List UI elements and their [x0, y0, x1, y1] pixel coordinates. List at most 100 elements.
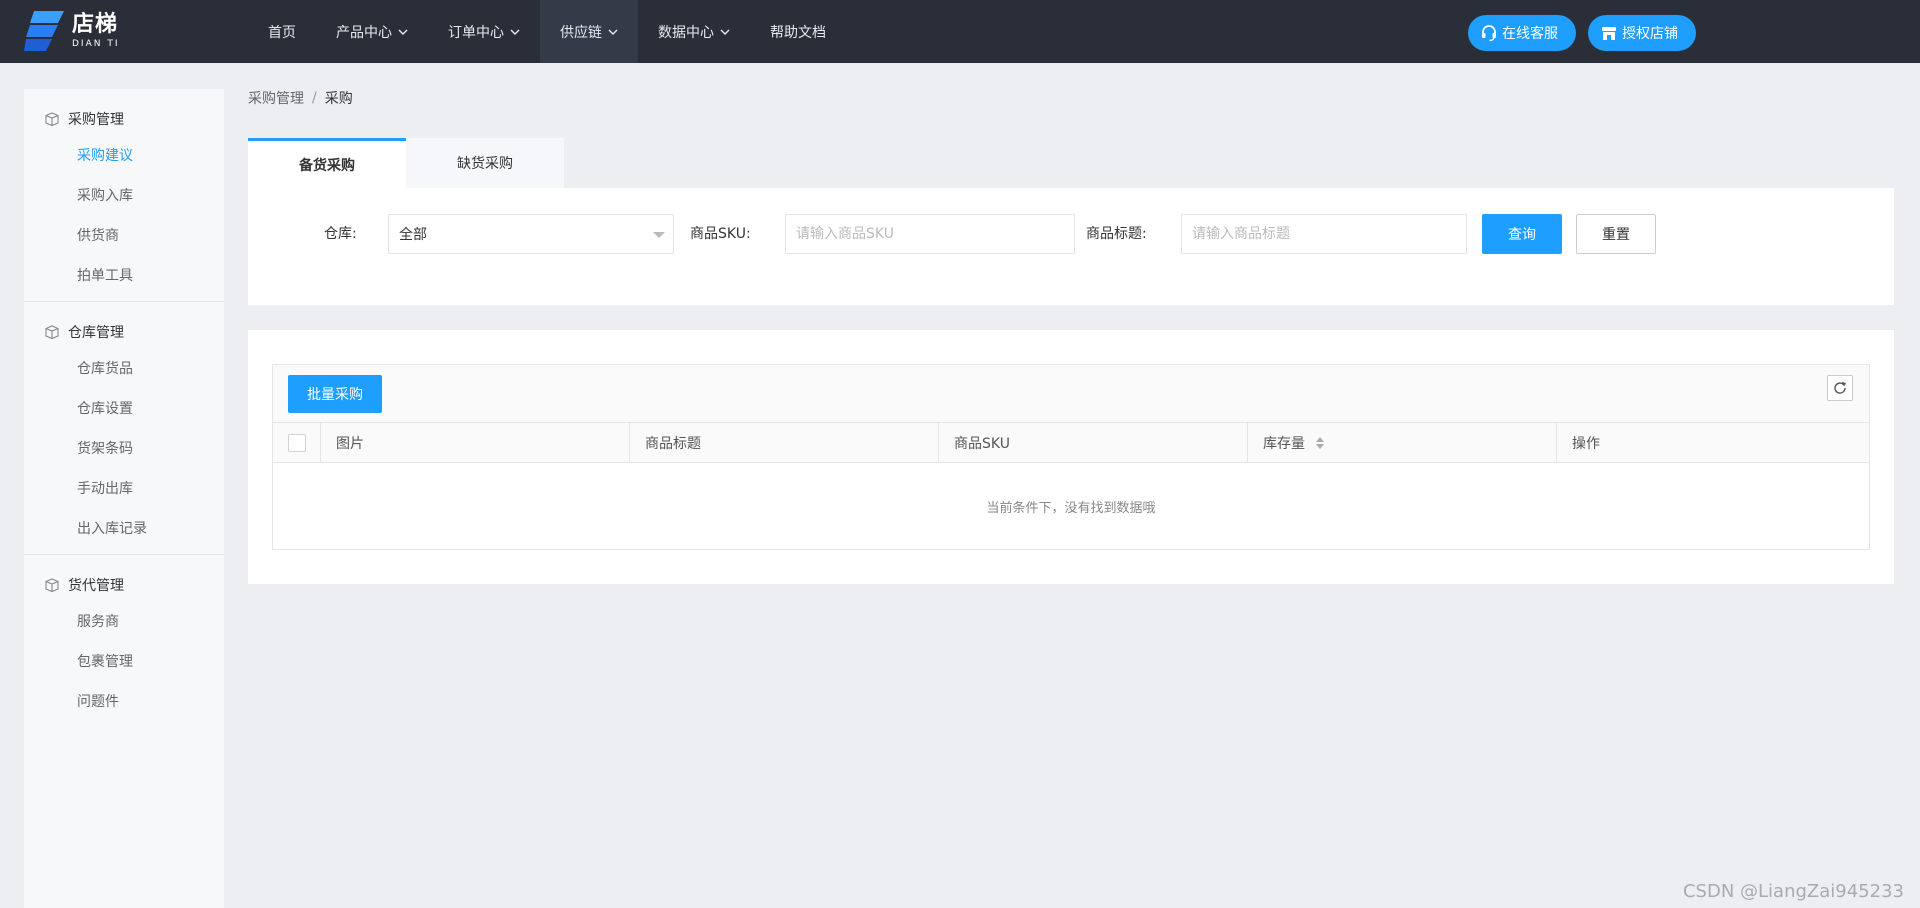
reset-button[interactable]: 重置 — [1576, 214, 1656, 254]
empty-state-text: 当前条件下，没有找到数据哦 — [986, 500, 1156, 516]
breadcrumb-parent[interactable]: 采购管理 — [248, 88, 304, 108]
title-label: 商品标题: — [1086, 226, 1147, 242]
sidebar-item-label: 包裹管理 — [77, 654, 133, 670]
sidebar-item-warehouse-settings[interactable]: 仓库设置 — [24, 388, 224, 428]
sidebar-group-forwarding: 货代管理 服务商 包裹管理 问题件 — [24, 555, 224, 727]
logo-subtitle: DIAN TI — [72, 38, 120, 49]
sidebar-item-service-provider[interactable]: 服务商 — [24, 601, 224, 641]
warehouse-select-value: 全部 — [399, 227, 427, 243]
nav-item-products[interactable]: 产品中心 — [316, 0, 428, 63]
nav-item-label: 首页 — [268, 24, 296, 41]
app-logo[interactable]: 店梯 DIAN TI — [24, 9, 144, 53]
chevron-down-icon — [510, 29, 520, 35]
nav-item-orders[interactable]: 订单中心 — [428, 0, 540, 63]
sidebar-group-header[interactable]: 采购管理 — [24, 103, 224, 135]
chevron-down-icon — [720, 29, 730, 35]
sidebar-item-problem-items[interactable]: 问题件 — [24, 681, 224, 721]
sidebar-group-header[interactable]: 货代管理 — [24, 569, 224, 601]
nav-item-label: 数据中心 — [658, 24, 714, 41]
nav-item-home[interactable]: 首页 — [248, 0, 316, 63]
filter-panel: 仓库: 全部 商品SKU: 商品标题: 查询 重置 — [248, 188, 1894, 305]
sidebar-group-title: 仓库管理 — [68, 325, 124, 341]
chevron-down-icon — [398, 29, 408, 35]
table-panel: 批量采购 图片 商品标题 商品SKU 库存量 操作 当前条件下，没有找到数据哦 — [248, 330, 1894, 584]
column-header-label: 商品标题 — [645, 436, 701, 452]
breadcrumb: 采购管理 / 采购 — [248, 88, 353, 108]
sidebar-item-purchase-suggestion[interactable]: 采购建议 — [24, 135, 224, 175]
nav-item-data-center[interactable]: 数据中心 — [638, 0, 750, 63]
table-header-row: 图片 商品标题 商品SKU 库存量 操作 — [273, 423, 1869, 463]
sku-input[interactable] — [785, 214, 1075, 254]
sort-icon[interactable] — [1315, 436, 1325, 450]
breadcrumb-separator: / — [312, 90, 317, 106]
sidebar-item-label: 货架条码 — [77, 441, 133, 457]
purchase-tabs: 备货采购 缺货采购 — [248, 138, 564, 188]
batch-purchase-button[interactable]: 批量采购 — [288, 375, 382, 413]
logo-title: 店梯 — [72, 11, 119, 37]
query-button-label: 查询 — [1508, 227, 1536, 243]
sidebar-group-header[interactable]: 仓库管理 — [24, 316, 224, 348]
empty-state: 当前条件下，没有找到数据哦 — [273, 463, 1869, 549]
caret-down-icon — [653, 232, 665, 238]
nav-item-supply-chain[interactable]: 供应链 — [540, 0, 638, 63]
breadcrumb-current: 采购 — [324, 91, 353, 107]
sidebar-item-inout-records[interactable]: 出入库记录 — [24, 508, 224, 548]
column-header-label: 库存量 — [1263, 436, 1305, 452]
sidebar-item-order-tool[interactable]: 拍单工具 — [24, 255, 224, 295]
data-table: 批量采购 图片 商品标题 商品SKU 库存量 操作 当前条件下，没有找到数据哦 — [272, 364, 1870, 550]
sidebar: 采购管理 采购建议 采购入库 供货商 拍单工具 仓库管理 仓库货品 仓库设置 货… — [24, 89, 224, 908]
batch-purchase-label: 批量采购 — [307, 387, 363, 403]
sidebar-group-purchase: 采购管理 采购建议 采购入库 供货商 拍单工具 — [24, 89, 224, 302]
sidebar-item-label: 供货商 — [77, 228, 119, 244]
column-header-image: 图片 — [321, 423, 630, 463]
column-header-label: 商品SKU — [954, 436, 1010, 452]
column-header-label: 操作 — [1572, 436, 1600, 452]
column-header-title: 商品标题 — [630, 423, 939, 463]
sidebar-item-purchase-inbound[interactable]: 采购入库 — [24, 175, 224, 215]
nav-item-label: 订单中心 — [448, 24, 504, 41]
warehouse-label: 仓库: — [324, 226, 357, 242]
tab-shortage-purchase[interactable]: 缺货采购 — [406, 138, 564, 188]
box-icon — [45, 325, 59, 340]
reset-button-label: 重置 — [1602, 227, 1630, 243]
sidebar-item-label: 出入库记录 — [77, 521, 147, 537]
query-button[interactable]: 查询 — [1482, 214, 1562, 254]
sidebar-item-manual-outbound[interactable]: 手动出库 — [24, 468, 224, 508]
sku-label: 商品SKU: — [690, 226, 751, 242]
sidebar-group-warehouse: 仓库管理 仓库货品 仓库设置 货架条码 手动出库 出入库记录 — [24, 302, 224, 555]
sidebar-item-warehouse-goods[interactable]: 仓库货品 — [24, 348, 224, 388]
headset-icon — [1482, 25, 1496, 42]
warehouse-select[interactable]: 全部 — [388, 214, 674, 254]
tab-stock-purchase[interactable]: 备货采购 — [248, 138, 406, 188]
online-service-button[interactable]: 在线客服 — [1468, 15, 1576, 51]
header-checkbox-cell — [273, 423, 321, 463]
refresh-button[interactable] — [1827, 375, 1853, 401]
sidebar-item-label: 仓库货品 — [77, 361, 133, 377]
sidebar-item-package-management[interactable]: 包裹管理 — [24, 641, 224, 681]
online-service-label: 在线客服 — [1502, 26, 1558, 42]
store-icon — [1602, 27, 1616, 40]
box-icon — [45, 112, 59, 127]
select-all-checkbox[interactable] — [287, 434, 306, 452]
sidebar-item-supplier[interactable]: 供货商 — [24, 215, 224, 255]
column-header-stock[interactable]: 库存量 — [1248, 423, 1557, 463]
tab-label: 缺货采购 — [457, 156, 513, 172]
sidebar-item-label: 手动出库 — [77, 481, 133, 497]
main-nav: 首页 产品中心 订单中心 供应链 数据中心 帮助文档 — [248, 0, 846, 63]
refresh-icon — [1834, 382, 1846, 394]
sidebar-item-label: 采购入库 — [77, 188, 133, 204]
nav-item-help-docs[interactable]: 帮助文档 — [750, 0, 846, 63]
sidebar-item-label: 问题件 — [77, 694, 119, 710]
top-navigation-bar: 店梯 DIAN TI 首页 产品中心 订单中心 供应链 数据中心 帮助文档 在线… — [0, 0, 1920, 63]
nav-item-label: 供应链 — [560, 24, 602, 41]
sidebar-item-shelf-barcode[interactable]: 货架条码 — [24, 428, 224, 468]
nav-item-label: 产品中心 — [336, 24, 392, 41]
authorize-store-label: 授权店铺 — [1622, 26, 1678, 42]
tab-label: 备货采购 — [299, 157, 355, 174]
chevron-down-icon — [608, 29, 618, 35]
nav-item-label: 帮助文档 — [770, 24, 826, 41]
sidebar-group-title: 货代管理 — [68, 578, 124, 594]
watermark: CSDN @LiangZai945233 — [1682, 881, 1904, 902]
authorize-store-button[interactable]: 授权店铺 — [1588, 15, 1696, 51]
title-input[interactable] — [1181, 214, 1467, 254]
